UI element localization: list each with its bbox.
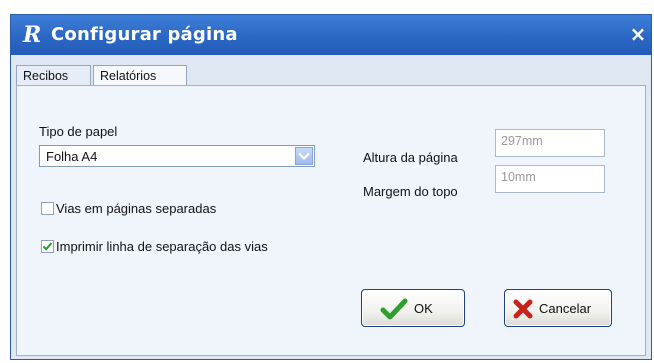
app-logo-icon: R bbox=[23, 22, 42, 48]
ok-label: OK bbox=[414, 301, 433, 316]
vias-separadas-checkbox[interactable] bbox=[41, 202, 54, 215]
page-height-label: Altura da página bbox=[363, 150, 458, 165]
tab-recibos[interactable]: Recibos bbox=[16, 65, 91, 85]
tab-panel: Tipo de papel Folha A4 Vias em páginas s… bbox=[16, 85, 646, 356]
linha-separacao-checkbox[interactable] bbox=[41, 240, 54, 253]
page-height-input[interactable]: 297mm bbox=[495, 129, 605, 157]
close-button[interactable]: × bbox=[629, 23, 647, 45]
linha-separacao-label: Imprimir linha de separação das vias bbox=[56, 239, 268, 254]
top-margin-input[interactable]: 10mm bbox=[495, 165, 605, 193]
tab-strip: Recibos Relatórios bbox=[11, 55, 651, 89]
ok-button[interactable]: OK bbox=[361, 289, 465, 327]
page-setup-dialog: R Configurar página × Recibos Relatórios… bbox=[10, 14, 652, 360]
dialog-title: Configurar página bbox=[51, 24, 238, 45]
paper-type-select[interactable]: Folha A4 bbox=[39, 145, 315, 167]
paper-type-value: Folha A4 bbox=[46, 149, 98, 164]
tab-relatorios[interactable]: Relatórios bbox=[93, 65, 187, 85]
checkmark-icon bbox=[380, 298, 408, 320]
cancel-x-icon bbox=[513, 299, 533, 319]
dropdown-arrow-icon[interactable] bbox=[295, 147, 313, 165]
vias-separadas-label: Vias em páginas separadas bbox=[56, 201, 217, 216]
paper-type-label: Tipo de papel bbox=[39, 124, 118, 139]
cancel-button[interactable]: Cancelar bbox=[504, 289, 612, 327]
title-bar[interactable]: R Configurar página × bbox=[11, 15, 651, 55]
checkmark-icon bbox=[42, 242, 53, 251]
cancel-label: Cancelar bbox=[539, 301, 592, 316]
page-height-value: 297mm bbox=[501, 134, 543, 148]
top-margin-value: 10mm bbox=[501, 170, 536, 184]
top-margin-label: Margem do topo bbox=[363, 184, 458, 199]
